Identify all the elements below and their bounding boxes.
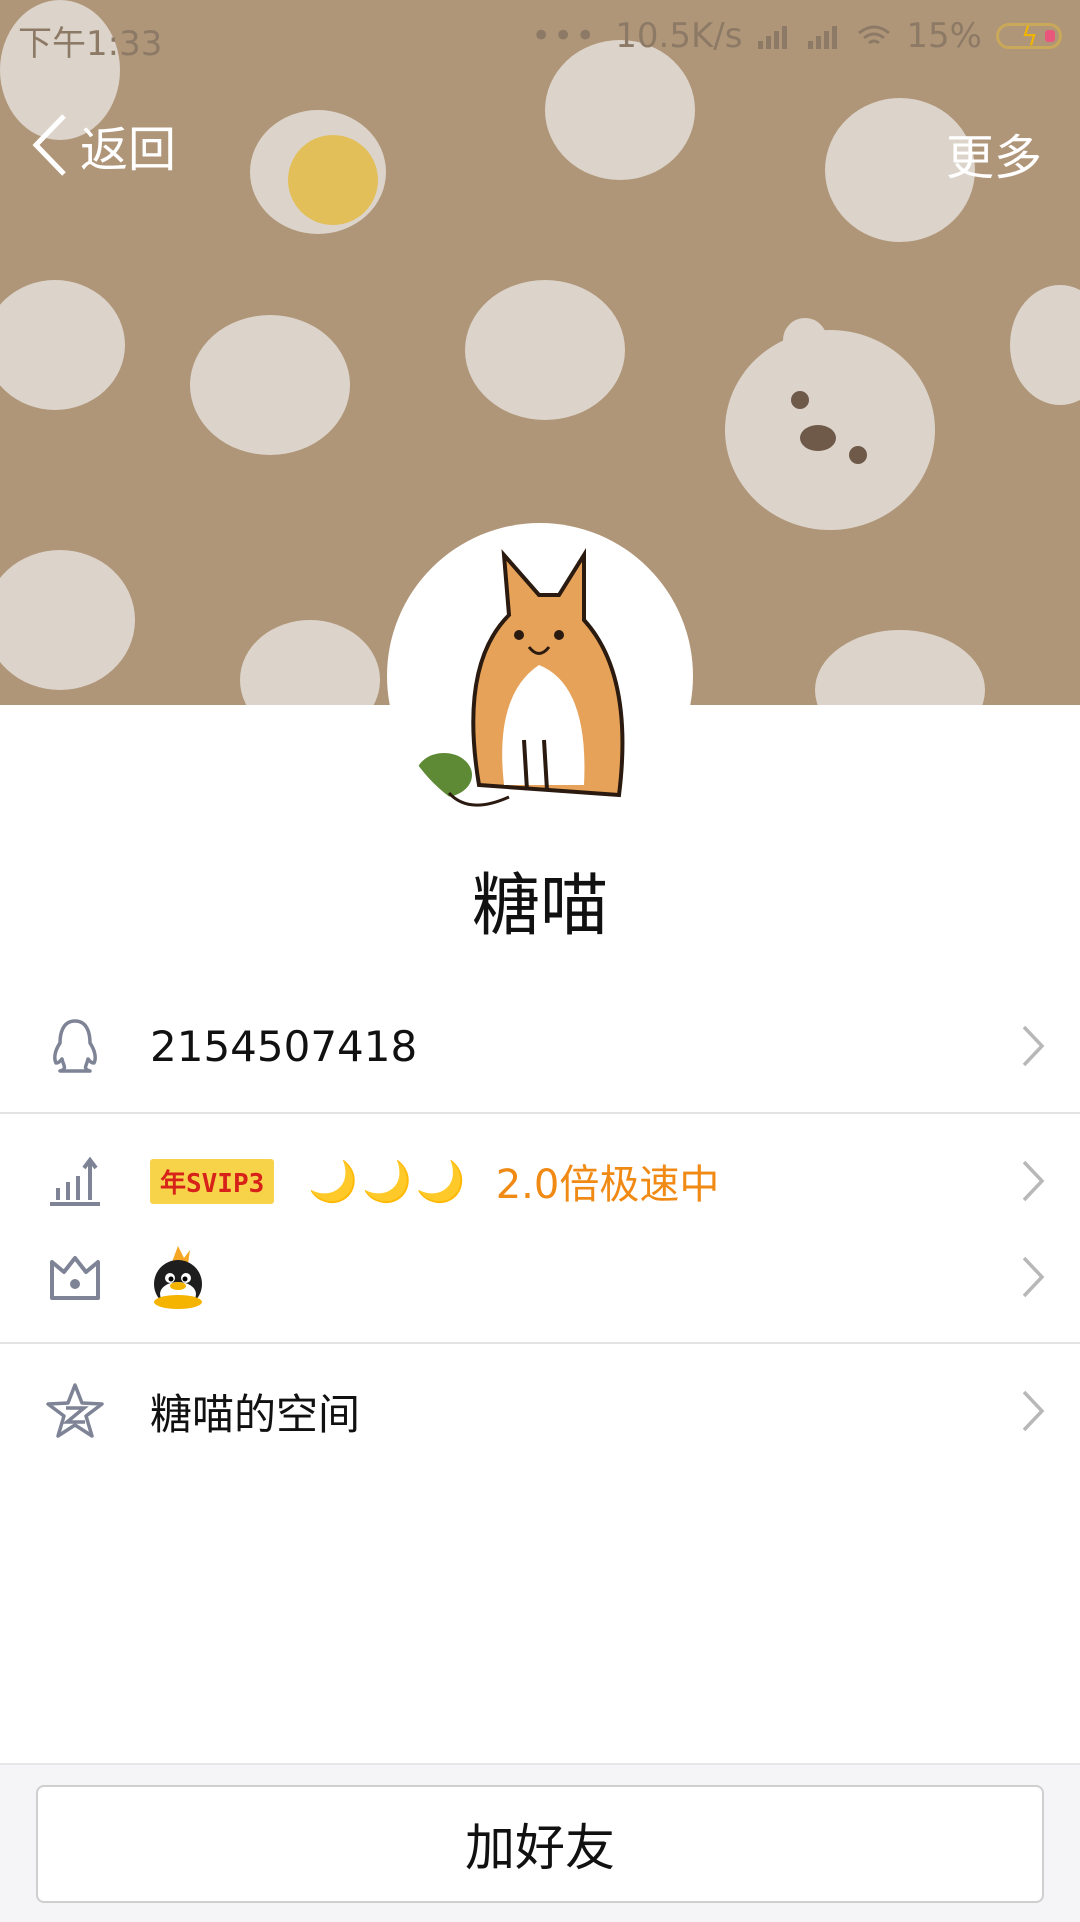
svip-badge: 年SVIP3 (150, 1158, 275, 1204)
nav-bar: 返回 更多 (0, 110, 1080, 190)
chevron-left-icon (32, 114, 66, 176)
status-icons: ••• 10.5K/s 15% ϟ (531, 16, 1062, 56)
signal-icon (758, 26, 788, 49)
nickname: 糖喵 (471, 867, 608, 946)
vip-level-content: 年SVIP3 🌙🌙🌙 2.0倍极速中 (150, 1152, 719, 1210)
back-button[interactable]: 返回 (30, 110, 176, 180)
qzone-label: 糖喵的空间 (150, 1389, 361, 1439)
divider (0, 1342, 1080, 1344)
avatar-image (389, 525, 691, 827)
qzone-row[interactable]: 糖喵的空间 (0, 1378, 1080, 1444)
battery-icon: ϟ (996, 22, 1062, 52)
speed-status: 2.0倍极速中 (495, 1162, 720, 1208)
penguin-badge (150, 1244, 206, 1310)
divider (0, 1112, 1080, 1114)
level-chart-icon (44, 1150, 106, 1212)
chevron-right-icon (1022, 1025, 1045, 1067)
signal-icon-2 (808, 26, 838, 49)
avatar[interactable] (389, 525, 691, 827)
penguin-outline-icon (44, 1015, 106, 1077)
network-speed: 10.5K/s (615, 16, 743, 56)
crown-icon (44, 1246, 106, 1308)
add-friend-button[interactable]: 加好友 (36, 1785, 1044, 1903)
battery-percent: 15% (906, 16, 982, 56)
qq-penguin-badge-icon (154, 1246, 202, 1309)
more-button[interactable]: 更多 (946, 118, 1042, 188)
vip-level-row[interactable]: 年SVIP3 🌙🌙🌙 2.0倍极速中 (0, 1148, 1080, 1214)
chevron-right-icon (1022, 1390, 1045, 1432)
qzone-star-icon (44, 1380, 106, 1442)
back-label: 返回 (80, 122, 177, 178)
status-bar: 下午1:33 ••• 10.5K/s 15% ϟ (0, 0, 1080, 76)
more-notifications-icon: ••• (531, 16, 598, 56)
chevron-right-icon (1022, 1256, 1045, 1298)
qq-number-row[interactable]: 2154507418 (0, 1012, 1080, 1080)
moon-level-icons: 🌙🌙🌙 (308, 1158, 470, 1205)
membership-badge-row[interactable] (0, 1244, 1080, 1310)
qq-number: 2154507418 (150, 1021, 418, 1071)
wifi-icon (858, 25, 891, 45)
bottom-action-bar: 加好友 (0, 1763, 1080, 1922)
chevron-right-icon (1022, 1160, 1045, 1202)
status-time: 下午1:33 (18, 24, 163, 64)
